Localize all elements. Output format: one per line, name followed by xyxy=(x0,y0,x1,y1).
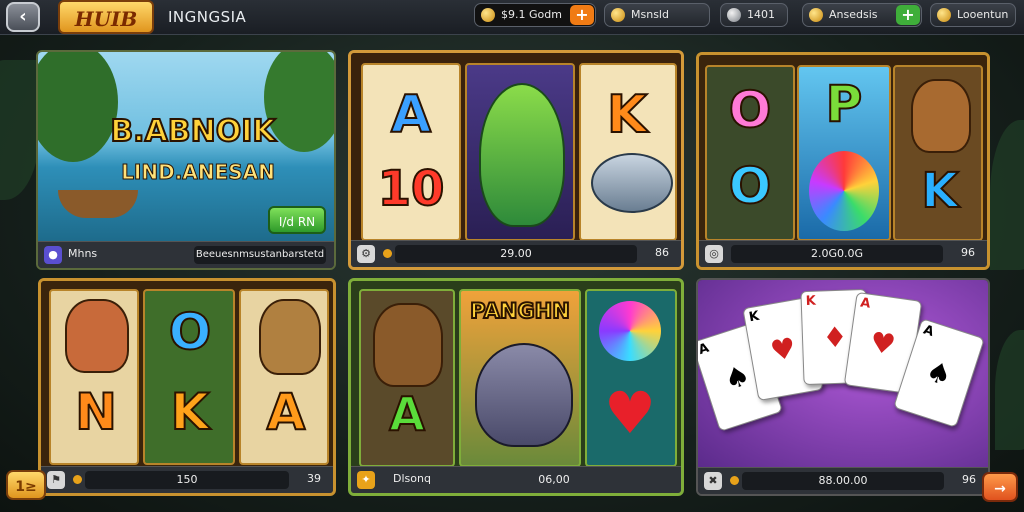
lagoon-art: B.ABNOIK LIND.ANESAN I/d RN xyxy=(38,52,334,244)
jungle-leaf-decoration xyxy=(995,330,1024,450)
reward-icon xyxy=(809,8,823,22)
tile-bet-value: 06,00 xyxy=(538,473,570,486)
game-title: B.ABNOIK xyxy=(109,113,276,150)
tile-bet-value: 29.00 xyxy=(395,245,637,263)
tile-bet-value: 150 xyxy=(85,471,289,489)
tile-info-bar: ✖ 88.00.00 96 xyxy=(698,467,988,494)
wild-swirl-icon xyxy=(809,151,879,231)
slot-symbol: A xyxy=(390,84,432,146)
slot-symbol: O xyxy=(168,302,213,362)
game-badge-icon: ✦ xyxy=(357,471,375,489)
lobby-icon xyxy=(937,8,951,22)
boat xyxy=(58,190,138,218)
game-tile-lagoon[interactable]: B.ABNOIK LIND.ANESAN I/d RN ● Mhns Beeue… xyxy=(36,50,336,270)
game-tile-fish-slot[interactable]: A K 10 ⚙ 29.00 86 xyxy=(348,50,684,270)
currency-pill-1[interactable]: Msnsld xyxy=(604,3,710,27)
tile-count: 86 xyxy=(655,246,669,259)
coin-icon xyxy=(730,476,739,485)
character-icon xyxy=(373,303,443,387)
game-tile-characters-slot[interactable]: O N K A ⚑ 150 39 xyxy=(38,278,336,496)
tile-count: 96 xyxy=(962,473,976,486)
coin-icon xyxy=(73,475,82,484)
coin-icon xyxy=(611,8,625,22)
add-balance-button[interactable]: + xyxy=(570,5,594,25)
slot-symbol: O xyxy=(728,156,773,216)
game-banner: PANGHN xyxy=(469,298,571,324)
heart-icon: ♥ xyxy=(604,379,656,447)
jungle-leaf-decoration xyxy=(0,60,40,200)
badge-label: Mhns xyxy=(68,247,98,260)
jungle-leaf-decoration xyxy=(990,120,1024,270)
left-menu-button[interactable]: 1≥ xyxy=(6,470,46,500)
username: INGNGSIA xyxy=(168,8,247,26)
character-icon xyxy=(911,79,971,153)
slot-symbol: P xyxy=(825,74,864,134)
add-reward-button[interactable]: + xyxy=(896,5,920,25)
character-icon xyxy=(65,299,129,373)
tile-info-bar: ● Mhns Beeuesnmsustanbarstetd xyxy=(38,241,334,268)
tile-label: Dlsonq xyxy=(393,472,431,485)
tile-info-bar: ⚙ 29.00 86 xyxy=(351,240,681,267)
reward-pill[interactable]: Ansedsis + xyxy=(802,3,922,27)
slot-reels: A K 10 xyxy=(351,53,681,243)
next-arrow-button[interactable]: → xyxy=(982,472,1018,502)
slot-symbol: 10 xyxy=(377,160,446,218)
game-badge-icon: ⚙ xyxy=(357,245,375,263)
logo: HUIB xyxy=(58,0,154,34)
game-badge-icon: ● xyxy=(44,246,62,264)
tile-info-bar: ⚑ 150 39 xyxy=(41,466,333,493)
slot-symbol: O xyxy=(728,80,773,140)
game-tile-poker[interactable]: A ♠ K ♥ K ♦ A ♥ A ♠ ✖ 88.00.00 96 xyxy=(696,278,990,496)
game-badge-icon: ◎ xyxy=(705,245,723,263)
reward-label: Ansedsis xyxy=(829,8,878,21)
tile-bet-value: 88.00.00 xyxy=(742,472,944,490)
slot-reels: PANGHN A ♥ xyxy=(351,281,681,471)
currency-pill-2[interactable]: 1401 xyxy=(720,3,788,27)
game-tile-panghn[interactable]: PANGHN A ♥ ✦ Dlsonq 06,00 xyxy=(348,278,684,496)
tile-description: Beeuesnmsustanbarstetd xyxy=(194,246,326,264)
lobby-label: Looentun xyxy=(957,8,1009,21)
tile-info-bar: ◎ 2.0G0.0G 96 xyxy=(699,240,987,267)
lobby-pill[interactable]: Looentun xyxy=(930,3,1016,27)
tile-info-bar: ✦ Dlsonq 06,00 xyxy=(351,466,681,493)
balance-value: $9.1 Godm xyxy=(501,8,562,21)
slot-symbol: A xyxy=(388,386,426,442)
game-subtitle: LIND.ANESAN xyxy=(121,160,276,185)
currency-label-2: 1401 xyxy=(747,8,775,21)
balance-pill[interactable]: $9.1 Godm + xyxy=(474,3,596,27)
currency-label-1: Msnsld xyxy=(631,8,669,21)
fish-icon xyxy=(591,153,673,213)
slot-symbol: A xyxy=(266,382,307,442)
play-button[interactable]: I/d RN xyxy=(268,206,326,234)
fish-icon xyxy=(479,83,565,227)
game-tile-letters-slot[interactable]: O P O K ◎ 2.0G0.0G 96 xyxy=(696,52,990,270)
slot-reels: O N K A xyxy=(41,281,333,469)
cards-art: A ♠ K ♥ K ♦ A ♥ A ♠ xyxy=(698,280,988,470)
creature-icon xyxy=(475,343,573,447)
slot-symbol: K xyxy=(170,382,211,442)
top-bar: ‹ HUIB INGNGSIA $9.1 Godm + Msnsld 1401 … xyxy=(0,0,1024,35)
tile-count: 96 xyxy=(961,246,975,259)
tile-bet-value: 2.0G0.0G xyxy=(731,245,943,263)
tile-count: 39 xyxy=(307,472,321,485)
coin-icon xyxy=(481,8,495,22)
character-icon xyxy=(259,299,321,375)
game-badge-icon: ⚑ xyxy=(47,471,65,489)
slot-reels: O P O K xyxy=(699,55,987,243)
swirl-icon xyxy=(599,301,661,361)
slot-symbol: N xyxy=(74,382,118,442)
back-button[interactable]: ‹ xyxy=(6,2,40,32)
game-badge-icon: ✖ xyxy=(704,472,722,490)
slot-symbol: K xyxy=(606,84,648,146)
slot-symbol: K xyxy=(920,162,959,220)
silver-coin-icon xyxy=(727,8,741,22)
coin-icon xyxy=(383,249,392,258)
